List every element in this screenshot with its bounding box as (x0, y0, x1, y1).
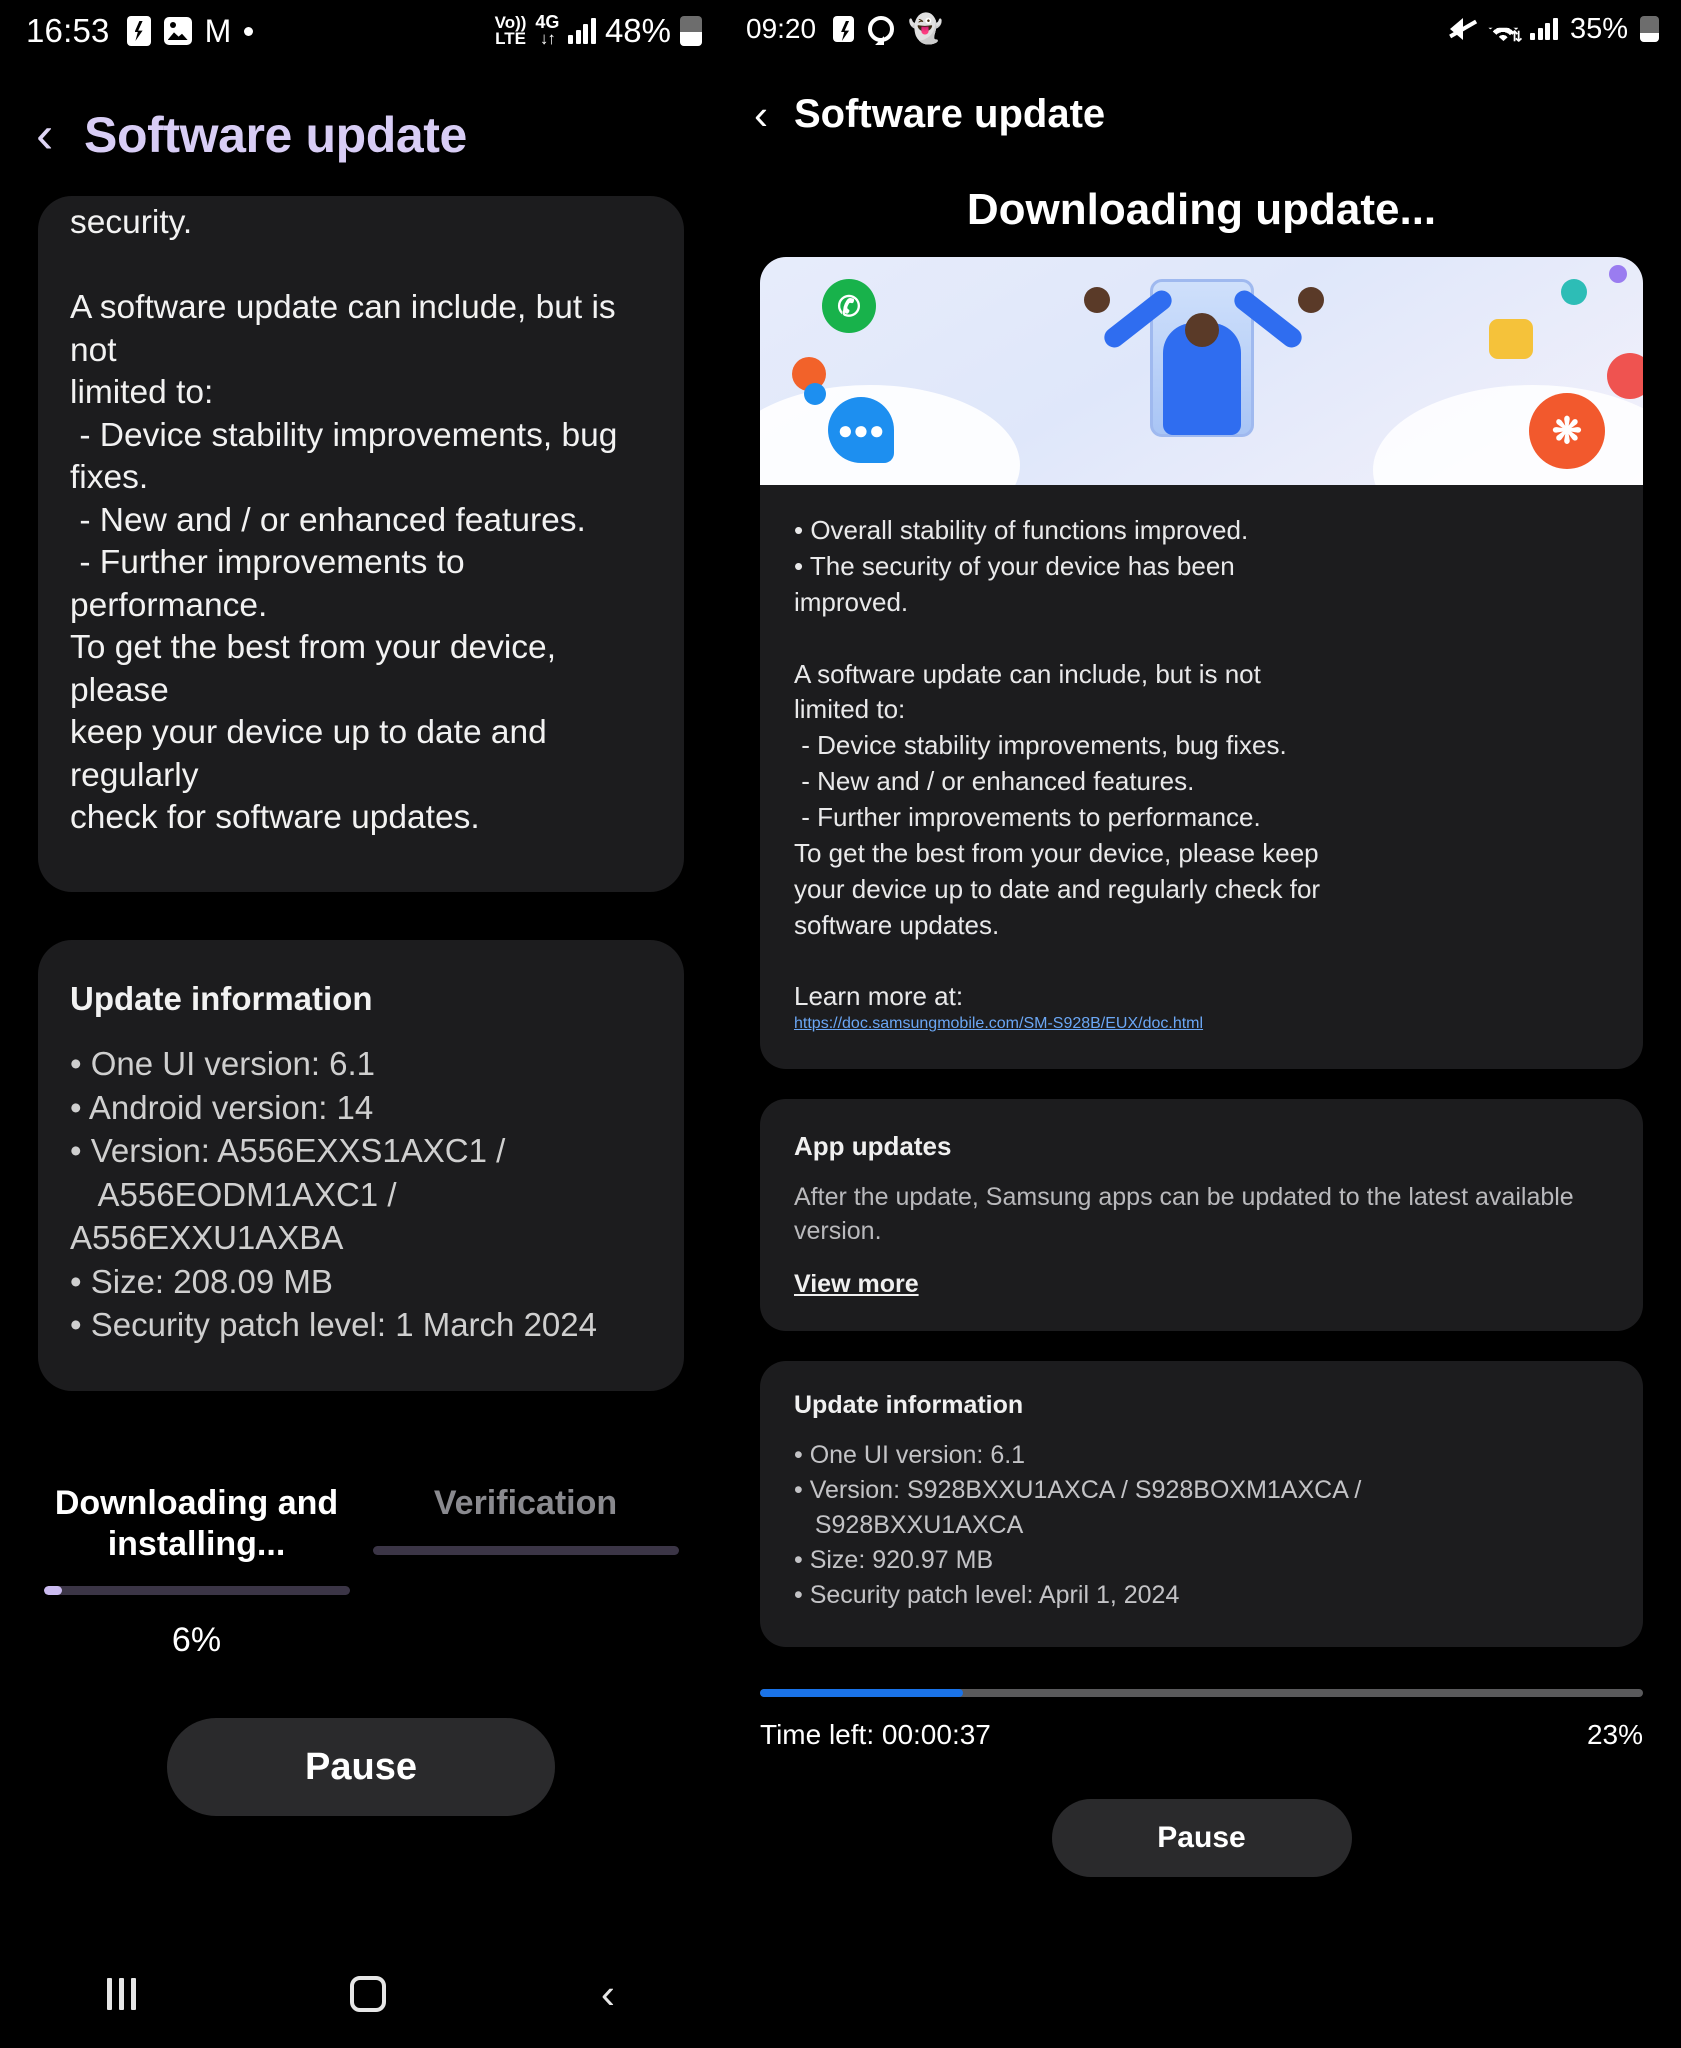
pause-button[interactable]: Pause (167, 1718, 555, 1817)
settings-bubble-icon (1561, 279, 1587, 305)
progress-step-verification: Verification (361, 1483, 690, 1661)
battery-percent: 48% (604, 12, 671, 49)
page-title: Software update (794, 92, 1106, 136)
page-title: Software update (84, 107, 467, 163)
battery-icon (680, 16, 702, 46)
dual-screenshot-container: 16:53 M Vo)) LTE 4G ↓↑ 48% ‹ Software up… (0, 0, 1681, 2048)
status-right-cluster: ⇅ 35% (1449, 12, 1659, 46)
progress-percent: 6% (171, 1621, 222, 1660)
download-progress-meta: Time left: 00:00:37 23% (760, 1719, 1643, 1751)
red-bubble (1607, 353, 1643, 399)
wifi-icon: ⇅ (1488, 17, 1522, 43)
release-notes-card: • Overall stability of functions improve… (760, 485, 1643, 1070)
doc-icon (126, 16, 151, 46)
photo-icon (163, 17, 192, 45)
progress-step-downloading: Downloading and installing... 6% (32, 1483, 361, 1661)
small-blue-bubble (804, 383, 826, 405)
description-text: security. A software update can include,… (70, 204, 618, 837)
progress-bar-step1 (43, 1586, 350, 1596)
chevron-left-icon[interactable]: ‹ (754, 93, 768, 136)
status-time: 16:53 (26, 12, 110, 49)
progress-step2-label: Verification (433, 1483, 618, 1522)
battery-icon (1640, 16, 1659, 42)
status-right-cluster: Vo)) LTE 4G ↓↑ 48% (495, 12, 702, 50)
progress-step1-label: Downloading and installing... (54, 1483, 339, 1563)
downloading-title: Downloading update... (966, 185, 1437, 234)
app-updates-body: After the update, Samsung apps can be up… (794, 1183, 1574, 1246)
signal-bars-icon (568, 18, 596, 44)
hand-shape (1297, 287, 1324, 313)
head-shape (1184, 313, 1219, 347)
description-card: security. A software update can include,… (38, 196, 684, 892)
right-header: ‹ Software update (722, 58, 1681, 153)
status-notification-icons: M (126, 13, 254, 49)
update-information-title: Update information (794, 1391, 1024, 1420)
phone-call-bubble-icon: ✆ (822, 279, 876, 333)
status-notification-icons: 👻 (833, 15, 943, 43)
left-status-bar: 16:53 M Vo)) LTE 4G ↓↑ 48% (0, 0, 722, 62)
signal-bars-icon (1530, 18, 1558, 40)
software-update-illustration: ✆ ●●● ❋ (760, 257, 1643, 485)
app-updates-card: App updates After the update, Samsung ap… (760, 1099, 1643, 1332)
update-information-title: Update information (70, 979, 373, 1017)
back-icon[interactable]: ‹ (601, 1973, 615, 2015)
snapchat-icon: 👻 (908, 13, 943, 44)
status-time: 09:20 (746, 13, 817, 44)
right-phone-screen: 09:20 👻 ⇅ 35% ‹ Software update Download… (722, 0, 1681, 2048)
network-4g-icon: 4G ↓↑ (535, 12, 560, 49)
home-icon[interactable] (350, 1976, 387, 2012)
update-information-card: Update information • One UI version: 6.1… (760, 1361, 1643, 1648)
gmail-icon: M (204, 13, 232, 49)
small-purple-bubble (1609, 265, 1627, 283)
learn-more-link[interactable]: https://doc.samsungmobile.com/SM-S928B/E… (794, 1015, 1203, 1032)
download-progress-bar (760, 1689, 1643, 1698)
chat-bubble-icon: ●●● (828, 397, 894, 463)
battery-percent: 35% (1569, 12, 1628, 45)
update-information-card: Update information • One UI version: 6.1… (38, 939, 684, 1391)
mute-icon (1449, 18, 1478, 40)
android-navigation-bar: ‹ (0, 1940, 722, 2048)
note-bubble-icon (1489, 319, 1533, 359)
left-phone-screen: 16:53 M Vo)) LTE 4G ↓↑ 48% ‹ Software up… (0, 0, 722, 2048)
right-status-bar: 09:20 👻 ⇅ 35% (722, 0, 1681, 58)
gallery-bubble-icon: ❋ (1529, 393, 1605, 469)
time-left-label: Time left: 00:00:37 (760, 1719, 991, 1751)
update-information-list: • One UI version: 6.1 • Version: S928BXX… (794, 1441, 1362, 1610)
progress-bar-step2 (372, 1545, 679, 1555)
update-information-list: • One UI version: 6.1 • Android version:… (70, 1044, 597, 1344)
left-header: ‹ Software update (0, 62, 722, 194)
doc-icon (833, 16, 855, 42)
release-notes-text: • Overall stability of functions improve… (794, 515, 1321, 1012)
whatsapp-icon (868, 16, 895, 42)
recents-icon[interactable] (107, 1978, 137, 2010)
pause-button[interactable]: Pause (1051, 1799, 1352, 1878)
view-more-link[interactable]: View more (794, 1270, 919, 1299)
download-percent: 23% (1586, 1719, 1643, 1751)
chevron-left-icon[interactable]: ‹ (36, 109, 84, 161)
volte-icon: Vo)) LTE (494, 12, 527, 48)
progress-section: Downloading and installing... 6% Verific… (0, 1483, 722, 1661)
download-progress-section: Time left: 00:00:37 23% Pause (760, 1689, 1643, 1878)
app-updates-title: App updates (794, 1131, 952, 1162)
dot-icon (244, 26, 254, 36)
hand-shape (1083, 287, 1110, 313)
